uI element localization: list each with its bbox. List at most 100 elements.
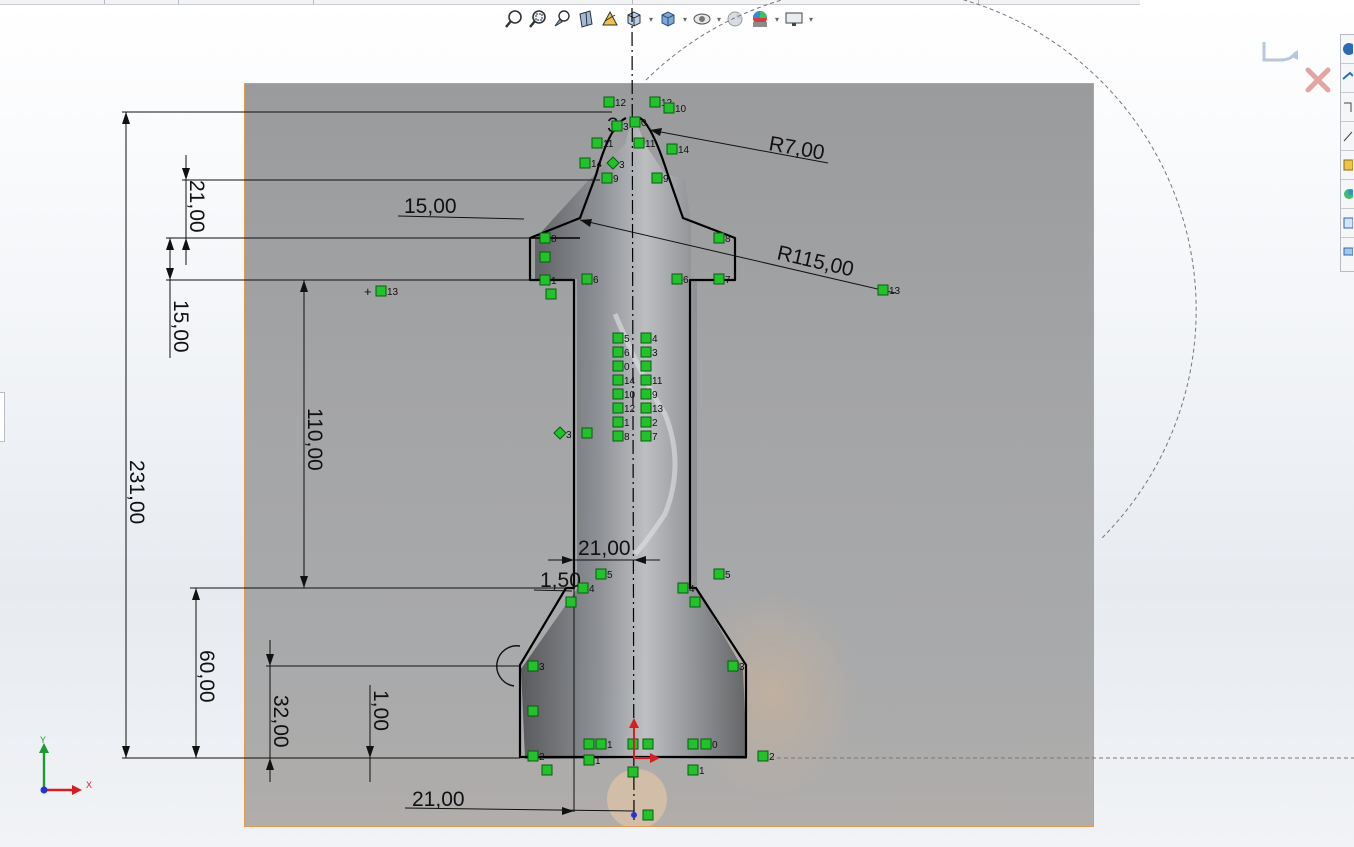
relation-marker[interactable]: 10 [663, 102, 687, 115]
relation-marker[interactable]: 8 [539, 232, 557, 245]
svg-text:4: 4 [652, 334, 658, 345]
relation-marker[interactable]: 3 [553, 426, 572, 441]
relation-marker[interactable]: 11 [591, 137, 614, 150]
svg-text:3: 3 [652, 348, 658, 359]
dimension-step-offset[interactable]: 1,50 [540, 569, 581, 592]
relation-marker[interactable]: 1 [687, 764, 705, 777]
relation-marker[interactable]: 2 [757, 750, 775, 763]
relation-marker[interactable]: 9 [651, 172, 669, 185]
relation-marker[interactable]: 14 [666, 143, 690, 156]
relation-marker[interactable]: 4 [677, 582, 695, 595]
svg-text:2: 2 [769, 752, 775, 763]
relation-marker[interactable]: 8 [612, 430, 630, 443]
relation-marker[interactable]: 1 [583, 754, 601, 767]
svg-text:0: 0 [641, 118, 647, 129]
relation-marker[interactable]: 6 [581, 273, 599, 286]
relation-marker[interactable] [640, 360, 652, 372]
relation-marker[interactable]: 3 [640, 346, 658, 359]
dimension-r115[interactable]: R115,00 [775, 241, 856, 281]
relation-marker[interactable]: 5 [595, 568, 613, 581]
dimension-top-flap-height[interactable]: 21,00 [185, 180, 208, 233]
dimension-base-offset[interactable]: 1,00 [369, 690, 392, 731]
dimension-total-height[interactable]: 231,00 [125, 460, 148, 524]
svg-text:14: 14 [624, 376, 636, 387]
relation-marker[interactable]: 11 [640, 374, 663, 387]
svg-text:1: 1 [595, 756, 601, 767]
relation-marker[interactable] [565, 596, 577, 608]
relation-marker[interactable]: 12 [603, 96, 627, 109]
relation-marker[interactable]: 13 [640, 402, 664, 415]
relation-marker[interactable]: 1 [583, 738, 613, 751]
svg-text:3: 3 [619, 160, 625, 171]
svg-text:12: 12 [624, 404, 636, 415]
relation-marker[interactable] [642, 809, 654, 821]
svg-text:0: 0 [712, 740, 718, 751]
svg-text:2: 2 [652, 418, 658, 429]
relation-marker[interactable]: 8 [713, 232, 731, 245]
relation-marker[interactable]: 6 [671, 273, 689, 286]
dimension-fin-lower[interactable]: 32,00 [269, 695, 292, 748]
dimension-body-width[interactable]: 21,00 [578, 537, 631, 560]
relation-marker[interactable] [539, 251, 551, 263]
relation-marker[interactable]: 3 [527, 660, 545, 673]
svg-text:5: 5 [624, 334, 630, 345]
relation-marker[interactable] [541, 764, 553, 776]
relation-marker[interactable] [627, 738, 654, 750]
relation-marker[interactable]: 3 [606, 156, 625, 171]
dimension-flap-height[interactable]: 15,00 [169, 300, 192, 353]
relation-marker[interactable]: 5 [612, 332, 630, 345]
svg-text:8: 8 [551, 234, 557, 245]
relation-marker[interactable]: 11 [633, 137, 656, 150]
relation-marker[interactable]: 0 [687, 738, 718, 751]
axis-x-label: X [86, 780, 92, 790]
relation-marker[interactable] [627, 766, 639, 778]
svg-text:4: 4 [689, 584, 695, 595]
svg-text:11: 11 [645, 139, 656, 150]
relation-marker[interactable]: 14 [579, 157, 603, 170]
dimension-body-height[interactable]: 110,00 [303, 408, 326, 471]
svg-text:13: 13 [652, 404, 664, 415]
dimension-base-half-width[interactable]: 21,00 [412, 788, 465, 811]
dimension-fin-height[interactable]: 60,00 [195, 650, 218, 703]
svg-text:3: 3 [739, 662, 745, 673]
relation-marker[interactable]: 7 [640, 430, 658, 443]
relation-marker[interactable]: 1 [539, 274, 557, 287]
svg-text:5: 5 [725, 570, 731, 581]
relation-marker[interactable]: 3 [727, 660, 745, 673]
relation-marker[interactable]: 0 [612, 360, 630, 373]
relation-marker[interactable] [527, 705, 539, 717]
svg-text:9: 9 [652, 390, 658, 401]
relation-marker[interactable]: 1 [612, 416, 630, 429]
relation-marker[interactable]: 2 [640, 416, 658, 429]
svg-text:3: 3 [623, 122, 629, 133]
relation-marker[interactable]: 2 [527, 750, 545, 763]
svg-text:13: 13 [387, 287, 399, 298]
dimension-r7[interactable]: R7,00 [767, 132, 826, 164]
relation-marker[interactable]: +13 [364, 284, 399, 299]
relation-marker[interactable]: 4 [577, 582, 595, 595]
relation-marker[interactable]: 5 [713, 568, 731, 581]
relation-marker[interactable]: 0 [629, 116, 647, 129]
svg-text:10: 10 [675, 104, 687, 115]
relation-marker[interactable]: 9 [640, 388, 658, 401]
relation-marker[interactable]: 12 [612, 402, 636, 415]
svg-text:3: 3 [539, 662, 545, 673]
sketch-canvas[interactable]: R7,00 R115,00 21,00 15,00 15,00 110,00 2… [0, 0, 1354, 847]
relation-marker[interactable]: 10 [612, 388, 636, 401]
relation-marker[interactable] [545, 288, 557, 300]
relation-marker[interactable]: 4 [640, 332, 658, 345]
relation-marker[interactable] [689, 596, 701, 608]
relation-marker[interactable]: 9 [601, 172, 619, 185]
dimension-flap-width[interactable]: 15,00 [404, 195, 457, 218]
reference-triad: Y X [30, 735, 100, 800]
construction-arc[interactable] [645, 0, 1197, 541]
relation-marker[interactable]: 7 [713, 273, 731, 286]
relation-marker[interactable]: 6 [612, 346, 630, 359]
svg-text:14: 14 [591, 159, 603, 170]
relation-marker[interactable] [581, 427, 593, 439]
svg-text:9: 9 [613, 174, 619, 185]
axis-y-label: Y [40, 735, 46, 745]
relation-marker[interactable]: 13 [877, 284, 901, 297]
relation-marker[interactable]: 14 [612, 374, 636, 387]
relation-marker[interactable]: 3 [611, 120, 629, 133]
